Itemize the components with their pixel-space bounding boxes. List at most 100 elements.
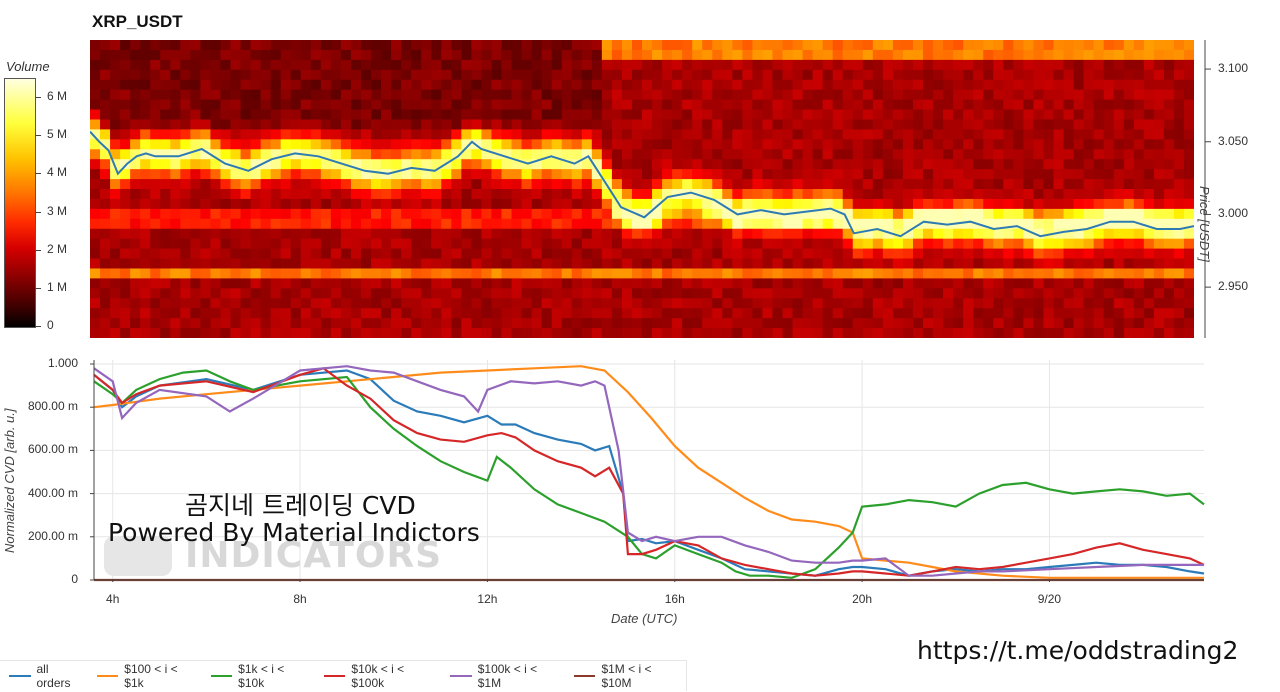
heatmap-cell [742,189,753,200]
heatmap-cell [762,258,774,270]
price-tick-label: 3.100 [1218,61,1249,76]
heatmap-cell [742,288,753,299]
heatmap-cell [802,248,814,260]
heatmap-cell [762,298,774,309]
heatmap-cell [1143,298,1155,309]
heatmap-cell [1043,99,1055,111]
heatmap-cell [882,189,894,200]
heatmap-cell [521,99,533,111]
heatmap-cell [742,218,753,230]
heatmap-cell [270,198,282,210]
heatmap-cell [943,49,954,61]
heatmap-cell [862,89,874,101]
heatmap-cell [621,318,633,329]
legend-item[interactable]: $1M < i < $10M [573,662,683,690]
heatmap-cell [360,119,372,130]
heatmap-cell [481,258,493,270]
heatmap-cell [1103,328,1115,338]
heatmap-cell [1013,59,1024,71]
heatmap-cell [902,278,914,289]
heatmap-cell [1183,238,1194,250]
heatmap-cell [702,318,713,329]
heatmap-cell [1153,89,1165,101]
heatmap-cell [1023,198,1035,210]
heatmap-cell [933,159,944,170]
heatmap-cell [511,308,523,319]
heatmap-cell [391,179,402,190]
heatmap-cell [993,228,1004,240]
heatmap-cell [1023,89,1035,101]
heatmap-cell [381,238,392,250]
heatmap-cell [983,278,994,289]
heatmap-cell [280,79,292,91]
heatmap-cell [832,99,844,111]
heatmap-cell [822,298,834,309]
heatmap-cell [310,159,322,170]
heatmap-cell [350,59,362,71]
heatmap-cell [350,208,362,220]
heatmap-cell [130,218,141,230]
heatmap-cell [551,40,563,51]
heatmap-cell [461,228,472,240]
heatmap-cell [180,159,191,170]
heatmap-cell [1053,129,1065,140]
heatmap-cell [802,129,814,140]
heatmap-cell [1183,189,1194,200]
legend-item[interactable]: $10k < i < $100k [323,662,438,690]
heatmap-cell [892,218,904,230]
heatmap-cell [712,179,723,190]
heatmap-cell [993,109,1004,121]
heatmap-cell [220,218,232,230]
heatmap-cell [943,59,954,71]
heatmap-cell [401,198,412,210]
heatmap-cell [822,198,834,210]
heatmap-cell [320,169,332,180]
heatmap-cell [1133,69,1145,81]
heatmap-cell [1113,198,1125,210]
heatmap-cell [822,129,834,140]
telegram-link[interactable]: https://t.me/oddstrading2 [917,636,1238,665]
heatmap-cell [561,298,573,309]
heatmap-cell [150,129,161,140]
heatmap-cell [702,218,713,230]
legend-item[interactable]: $100k < i < $1M [450,662,562,690]
heatmap-cell [240,288,252,299]
heatmap-cell [441,248,452,260]
heatmap-cell [250,268,262,279]
heatmap-cell [471,149,483,160]
heatmap-cell [1153,298,1165,309]
heatmap-cell [692,218,703,230]
heatmap-cell [310,169,322,180]
heatmap-cell [862,308,874,319]
heatmap-cell [411,308,422,319]
heatmap-cell [662,238,673,250]
heatmap-cell [300,129,312,140]
heatmap-cell [1103,69,1115,81]
heatmap-cell [862,318,874,329]
heatmap-cell [822,238,834,250]
heatmap-cell [1053,159,1065,170]
heatmap-cell [350,169,362,180]
heatmap-cell [561,268,573,279]
heatmap-cell [511,129,523,140]
heatmap-cell [160,208,171,220]
heatmap-cell [943,298,954,309]
heatmap-cell [120,89,131,101]
heatmap-cell [652,40,663,51]
legend-item[interactable]: all orders [9,662,85,690]
legend-item[interactable]: $100 < i < $1k [96,662,199,690]
heatmap-cell [872,218,884,230]
heatmap-cell [1063,109,1075,121]
heatmap-cell [330,268,342,279]
heatmap-cell [210,238,222,250]
heatmap-cell [280,139,292,150]
heatmap-cell [842,169,854,180]
heatmap-cell [220,308,232,319]
legend-item[interactable]: $1k < i < $10k [210,662,312,690]
heatmap-cell [1053,179,1065,190]
heatmap-cell [1153,119,1165,130]
heatmap-cell [832,159,844,170]
heatmap-cell [953,129,964,140]
heatmap-cell [792,318,804,329]
heatmap-cell [1073,198,1085,210]
